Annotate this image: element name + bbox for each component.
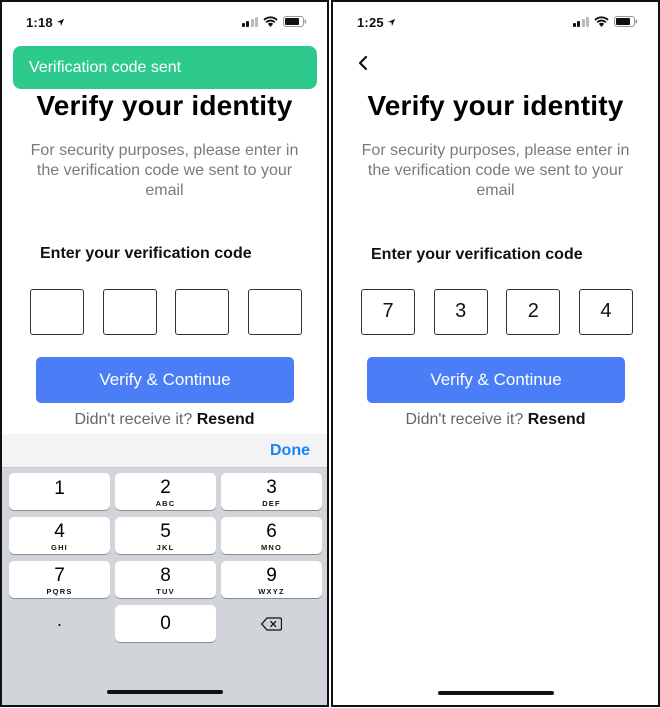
code-digit-input-3[interactable]: [175, 289, 230, 335]
numeric-keyboard: Done 1 2 ABC 3 DEF 4 GHI 5 JKL 6 MNO 7 P…: [2, 434, 327, 705]
resend-link[interactable]: Resend: [197, 411, 255, 428]
code-digit-input-1[interactable]: [30, 289, 84, 335]
key-1[interactable]: 1: [9, 473, 110, 510]
code-label: Enter your verification code: [40, 245, 252, 262]
resend-link[interactable]: Resend: [528, 411, 586, 428]
delete-backspace-icon: [260, 617, 283, 636]
key-9[interactable]: 9 WXYZ: [221, 561, 322, 598]
key-decimal[interactable]: .: [9, 605, 110, 642]
key-7[interactable]: 7 PQRS: [9, 561, 110, 598]
code-input-row: 7 3 2 4: [361, 289, 633, 335]
signal-icon: [572, 16, 589, 27]
code-digit-input-4[interactable]: 4: [578, 289, 633, 335]
key-2[interactable]: 2 ABC: [115, 473, 216, 510]
code-digit-input-3[interactable]: 2: [506, 289, 561, 335]
wifi-icon: [263, 16, 278, 27]
code-input-row: [30, 289, 302, 335]
page-title: Verify your identity: [367, 90, 624, 121]
resend-prompt: Didn't receive it?: [405, 411, 524, 428]
key-0[interactable]: 0: [115, 605, 216, 642]
code-digit-input-4[interactable]: [247, 289, 302, 335]
phone-screen-left: 1:18 Verification code sent Verify your …: [0, 0, 329, 707]
code-digit-input-2[interactable]: [102, 289, 157, 335]
battery-icon: [614, 16, 638, 27]
resend-line: Didn't receive it? Resend: [333, 411, 658, 429]
home-indicator[interactable]: [437, 691, 554, 695]
keyboard-toolbar: Done: [2, 434, 327, 468]
code-digit-input-1[interactable]: 7: [361, 289, 415, 335]
battery-icon: [283, 16, 307, 27]
key-3[interactable]: 3 DEF: [221, 473, 322, 510]
verify-continue-button[interactable]: Verify & Continue: [36, 357, 294, 403]
status-bar: 1:18: [2, 2, 327, 42]
home-indicator[interactable]: [106, 690, 223, 694]
verification-sent-toast: Verification code sent: [13, 46, 317, 89]
wifi-icon: [594, 16, 609, 27]
resend-line: Didn't receive it? Resend: [2, 411, 327, 429]
location-arrow-icon: [56, 15, 65, 27]
status-bar: 1:25: [333, 2, 658, 42]
back-button[interactable]: [357, 54, 377, 76]
key-4[interactable]: 4 GHI: [9, 517, 110, 554]
page-title: Verify your identity: [36, 90, 293, 121]
page-subtitle: For security purposes, please enter in t…: [30, 142, 299, 199]
key-5[interactable]: 5 JKL: [115, 517, 216, 554]
key-6[interactable]: 6 MNO: [221, 517, 322, 554]
code-digit-input-2[interactable]: 3: [433, 289, 488, 335]
phone-screen-right: 1:25 Verify your identity For security p…: [331, 0, 660, 707]
key-8[interactable]: 8 TUV: [115, 561, 216, 598]
code-label: Enter your verification code: [371, 246, 583, 263]
status-time: 1:25: [357, 15, 384, 30]
signal-icon: [241, 16, 258, 27]
back-chevron-icon: [357, 55, 369, 76]
keyboard-done-button[interactable]: Done: [270, 442, 310, 460]
page-subtitle: For security purposes, please enter in t…: [361, 142, 630, 199]
status-time: 1:18: [26, 15, 53, 30]
resend-prompt: Didn't receive it?: [74, 411, 193, 428]
key-delete[interactable]: [221, 605, 322, 642]
verify-continue-button[interactable]: Verify & Continue: [367, 357, 625, 403]
location-arrow-icon: [387, 15, 396, 27]
